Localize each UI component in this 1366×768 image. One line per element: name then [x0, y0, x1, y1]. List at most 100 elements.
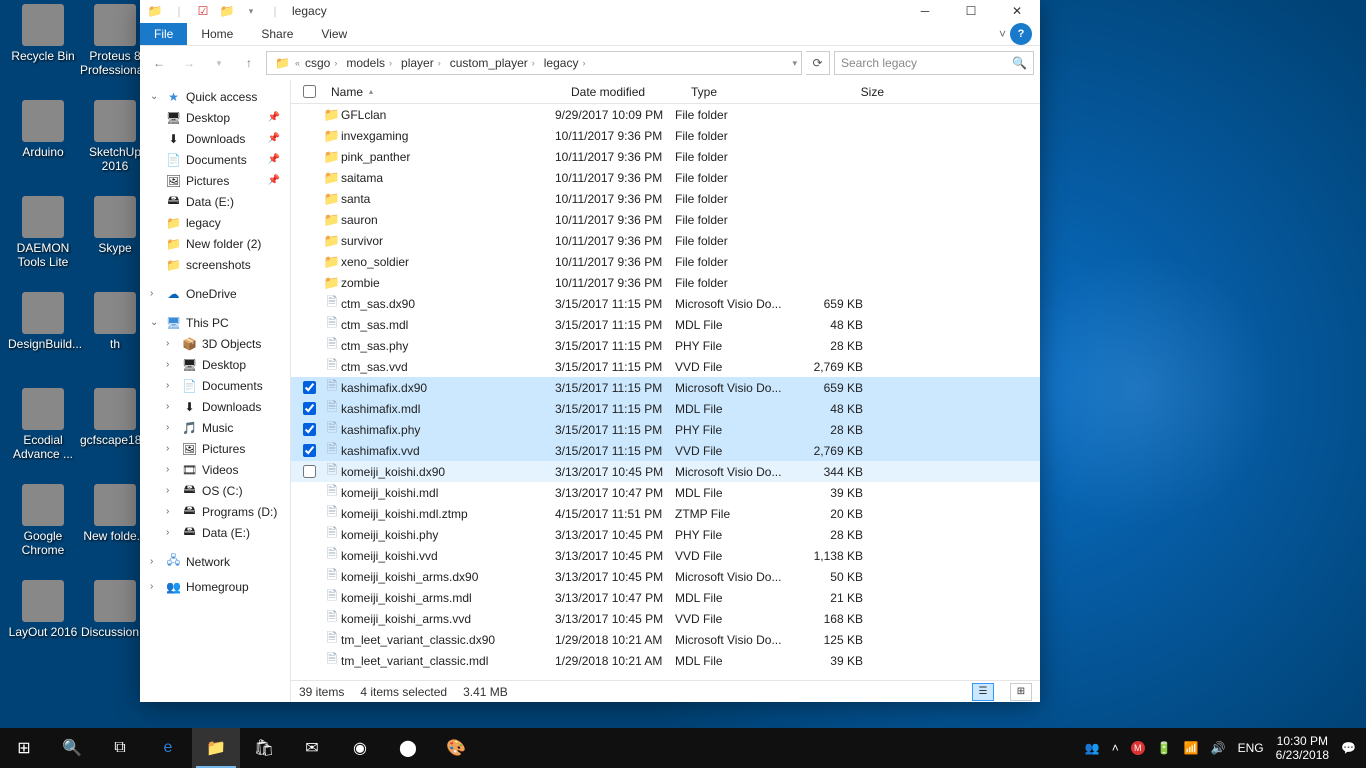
qat-new-folder[interactable]: 📁 — [218, 3, 236, 19]
desktop-icon[interactable]: Recycle Bin — [8, 4, 78, 63]
taskbar-clock[interactable]: 10:30 PM 6/23/2018 — [1276, 734, 1329, 763]
nav-pc-item[interactable]: ›🖥Desktop — [140, 354, 290, 375]
file-row[interactable]: 📁invexgaming10/11/2017 9:36 PMFile folde… — [291, 125, 1040, 146]
select-all-checkbox[interactable] — [303, 85, 316, 98]
taskbar[interactable]: ⊞ 🔍 ⧉ e 📁 🛍 ✉ ◉ ⬤ 🎨 👥 ˄ M 🔋 📶 🔊 ENG 10:3… — [0, 728, 1366, 768]
battery-icon[interactable]: 🔋 — [1157, 741, 1172, 755]
file-row[interactable]: 🗎komeiji_koishi.mdl.ztmp4/15/2017 11:51 … — [291, 503, 1040, 524]
nav-back-button[interactable]: ← — [146, 50, 172, 76]
nav-qa-item[interactable]: 🖼Pictures📌 — [140, 170, 290, 191]
nav-qa-item[interactable]: 📁New folder (2) — [140, 233, 290, 254]
nav-pc-item[interactable]: ›📦3D Objects — [140, 333, 290, 354]
search-button[interactable]: 🔍 — [48, 728, 96, 768]
file-row[interactable]: 📁sauron10/11/2017 9:36 PMFile folder — [291, 209, 1040, 230]
file-row[interactable]: 🗎ctm_sas.dx903/15/2017 11:15 PMMicrosoft… — [291, 293, 1040, 314]
desktop-icon[interactable]: Ecodial Advance ... — [8, 388, 78, 461]
desktop-icon[interactable]: DesignBuild... — [8, 292, 78, 351]
chevron-left-icon[interactable]: « — [295, 58, 300, 68]
row-checkbox[interactable] — [303, 444, 316, 457]
view-thumbnails-button[interactable]: ⊞ — [1010, 683, 1032, 701]
row-checkbox[interactable] — [303, 465, 316, 478]
file-rows[interactable]: 📁GFLclan9/29/2017 10:09 PMFile folder📁in… — [291, 104, 1040, 680]
qat-dropdown-icon[interactable]: ▾ — [242, 3, 260, 19]
tab-share[interactable]: Share — [247, 23, 307, 45]
file-row[interactable]: 📁santa10/11/2017 9:36 PMFile folder — [291, 188, 1040, 209]
file-row[interactable]: 🗎kashimafix.vvd3/15/2017 11:15 PMVVD Fil… — [291, 440, 1040, 461]
col-name[interactable]: Name▴ — [323, 85, 563, 99]
wifi-icon[interactable]: 📶 — [1184, 741, 1199, 755]
file-row[interactable]: 🗎komeiji_koishi.phy3/13/2017 10:45 PMPHY… — [291, 524, 1040, 545]
crumb-custom-player[interactable]: custom_player› — [446, 56, 539, 70]
file-row[interactable]: 🗎komeiji_koishi.mdl3/13/2017 10:47 PMMDL… — [291, 482, 1040, 503]
tab-view[interactable]: View — [307, 23, 361, 45]
nav-up-button[interactable]: ↑ — [236, 50, 262, 76]
file-row[interactable]: 📁zombie10/11/2017 9:36 PMFile folder — [291, 272, 1040, 293]
refresh-button[interactable]: ⟳ — [806, 51, 830, 75]
nav-pc-item[interactable]: ›🖴Programs (D:) — [140, 501, 290, 522]
desktop-icon[interactable]: LayOut 2016 — [8, 580, 78, 639]
nav-pc-item[interactable]: ›📄Documents — [140, 375, 290, 396]
minimize-button[interactable]: ─ — [902, 0, 948, 22]
col-size[interactable]: Size — [803, 85, 893, 99]
system-tray[interactable]: 👥 ˄ M 🔋 📶 🔊 ENG 10:30 PM 6/23/2018 💬 — [1075, 734, 1366, 763]
language-indicator[interactable]: ENG — [1238, 741, 1264, 755]
file-row[interactable]: 📁GFLclan9/29/2017 10:09 PMFile folder — [291, 104, 1040, 125]
file-row[interactable]: 🗎tm_leet_variant_classic.mdl1/29/2018 10… — [291, 650, 1040, 671]
nav-pc-item[interactable]: ›🖼Pictures — [140, 438, 290, 459]
nav-qa-item[interactable]: 📁screenshots — [140, 254, 290, 275]
view-details-button[interactable]: ☰ — [972, 683, 994, 701]
crumb-csgo[interactable]: csgo› — [301, 56, 341, 70]
titlebar[interactable]: 📁 | ☑ 📁 ▾ | legacy ─ ☐ ✕ — [140, 0, 1040, 22]
file-row[interactable]: 📁survivor10/11/2017 9:36 PMFile folder — [291, 230, 1040, 251]
nav-pc-item[interactable]: ›🎞Videos — [140, 459, 290, 480]
nav-forward-button[interactable]: → — [176, 50, 202, 76]
nav-qa-item[interactable]: ⬇Downloads📌 — [140, 128, 290, 149]
crumb-models[interactable]: models› — [342, 56, 396, 70]
help-button[interactable]: ? — [1010, 23, 1032, 45]
tray-overflow-icon[interactable]: ˄ — [1112, 741, 1119, 755]
taskbar-mail[interactable]: ✉ — [288, 728, 336, 768]
file-row[interactable]: 🗎komeiji_koishi_arms.mdl3/13/2017 10:47 … — [291, 587, 1040, 608]
file-row[interactable]: 📁xeno_soldier10/11/2017 9:36 PMFile fold… — [291, 251, 1040, 272]
file-row[interactable]: 📁saitama10/11/2017 9:36 PMFile folder — [291, 167, 1040, 188]
file-row[interactable]: 🗎kashimafix.phy3/15/2017 11:15 PMPHY Fil… — [291, 419, 1040, 440]
col-type[interactable]: Type — [683, 85, 803, 99]
nav-pc-item[interactable]: ›🖴OS (C:) — [140, 480, 290, 501]
nav-quick-access[interactable]: ⌄★Quick access — [140, 86, 290, 107]
nav-pc-item[interactable]: ›🖴Data (E:) — [140, 522, 290, 543]
row-checkbox[interactable] — [303, 381, 316, 394]
tab-home[interactable]: Home — [187, 23, 247, 45]
taskbar-paint[interactable]: 🎨 — [432, 728, 480, 768]
crumb-legacy[interactable]: legacy› — [540, 56, 590, 70]
taskbar-edge[interactable]: e — [144, 728, 192, 768]
desktop-icon[interactable]: Arduino — [8, 100, 78, 159]
qat-properties[interactable]: ☑ — [194, 3, 212, 19]
row-checkbox[interactable] — [303, 402, 316, 415]
maximize-button[interactable]: ☐ — [948, 0, 994, 22]
row-checkbox[interactable] — [303, 423, 316, 436]
action-center-icon[interactable]: 💬 — [1341, 741, 1356, 755]
tray-mega-icon[interactable]: M — [1131, 741, 1145, 755]
breadcrumb-root-icon[interactable]: 📁 — [271, 56, 294, 70]
search-input[interactable]: Search legacy 🔍 — [834, 51, 1034, 75]
column-headers[interactable]: Name▴ Date modified Type Size — [291, 80, 1040, 104]
file-row[interactable]: 🗎tm_leet_variant_classic.dx901/29/2018 1… — [291, 629, 1040, 650]
nav-qa-item[interactable]: 🖥Desktop📌 — [140, 107, 290, 128]
volume-icon[interactable]: 🔊 — [1211, 741, 1226, 755]
file-row[interactable]: 🗎ctm_sas.vvd3/15/2017 11:15 PMVVD File2,… — [291, 356, 1040, 377]
file-row[interactable]: 🗎ctm_sas.mdl3/15/2017 11:15 PMMDL File48… — [291, 314, 1040, 335]
people-icon[interactable]: 👥 — [1085, 741, 1100, 755]
file-row[interactable]: 🗎ctm_sas.phy3/15/2017 11:15 PMPHY File28… — [291, 335, 1040, 356]
ribbon-collapse-icon[interactable]: ˅ — [999, 27, 1006, 41]
desktop-icon[interactable]: DAEMON Tools Lite — [8, 196, 78, 269]
file-row[interactable]: 🗎komeiji_koishi_arms.vvd3/13/2017 10:45 … — [291, 608, 1040, 629]
explorer-icon[interactable]: 📁 — [146, 3, 164, 19]
nav-qa-item[interactable]: 🖴Data (E:) — [140, 191, 290, 212]
nav-qa-item[interactable]: 📁legacy — [140, 212, 290, 233]
file-row[interactable]: 📁pink_panther10/11/2017 9:36 PMFile fold… — [291, 146, 1040, 167]
nav-pane[interactable]: ⌄★Quick access 🖥Desktop📌⬇Downloads📌📄Docu… — [140, 80, 291, 702]
desktop-icon[interactable]: Google Chrome — [8, 484, 78, 557]
close-button[interactable]: ✕ — [994, 0, 1040, 22]
nav-qa-item[interactable]: 📄Documents📌 — [140, 149, 290, 170]
col-date[interactable]: Date modified — [563, 85, 683, 99]
